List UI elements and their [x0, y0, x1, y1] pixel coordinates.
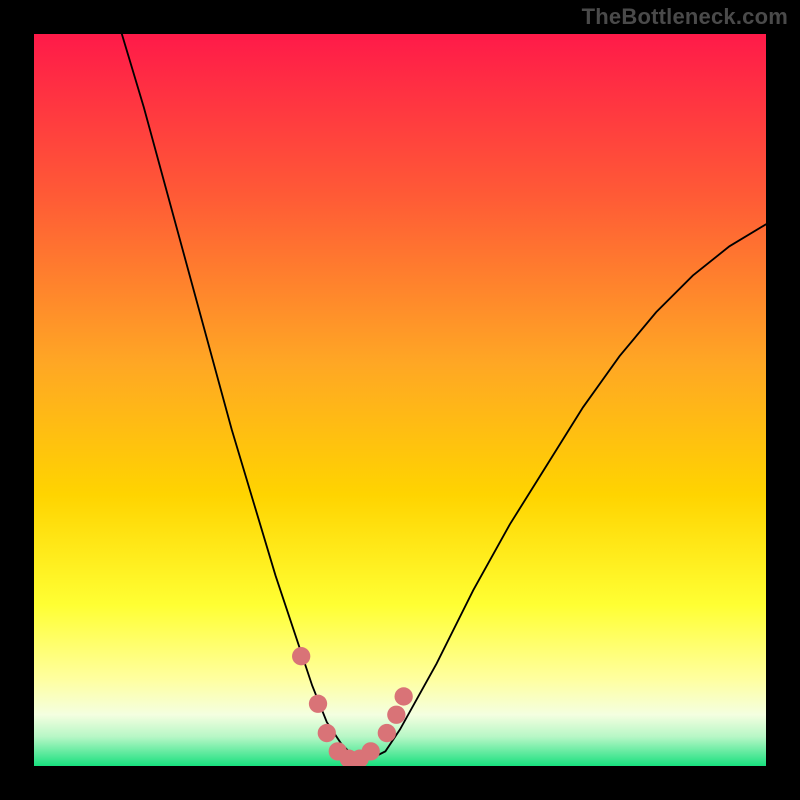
marker-dot [309, 695, 327, 713]
marker-dot [378, 724, 396, 742]
marker-dot [395, 687, 413, 705]
marker-dot [387, 706, 405, 724]
gradient-background [34, 34, 766, 766]
marker-dot [362, 742, 380, 760]
chart-svg [34, 34, 766, 766]
chart-plot [34, 34, 766, 766]
chart-frame: TheBottleneck.com [0, 0, 800, 800]
watermark-text: TheBottleneck.com [582, 4, 788, 30]
marker-dot [292, 647, 310, 665]
marker-dot [318, 724, 336, 742]
